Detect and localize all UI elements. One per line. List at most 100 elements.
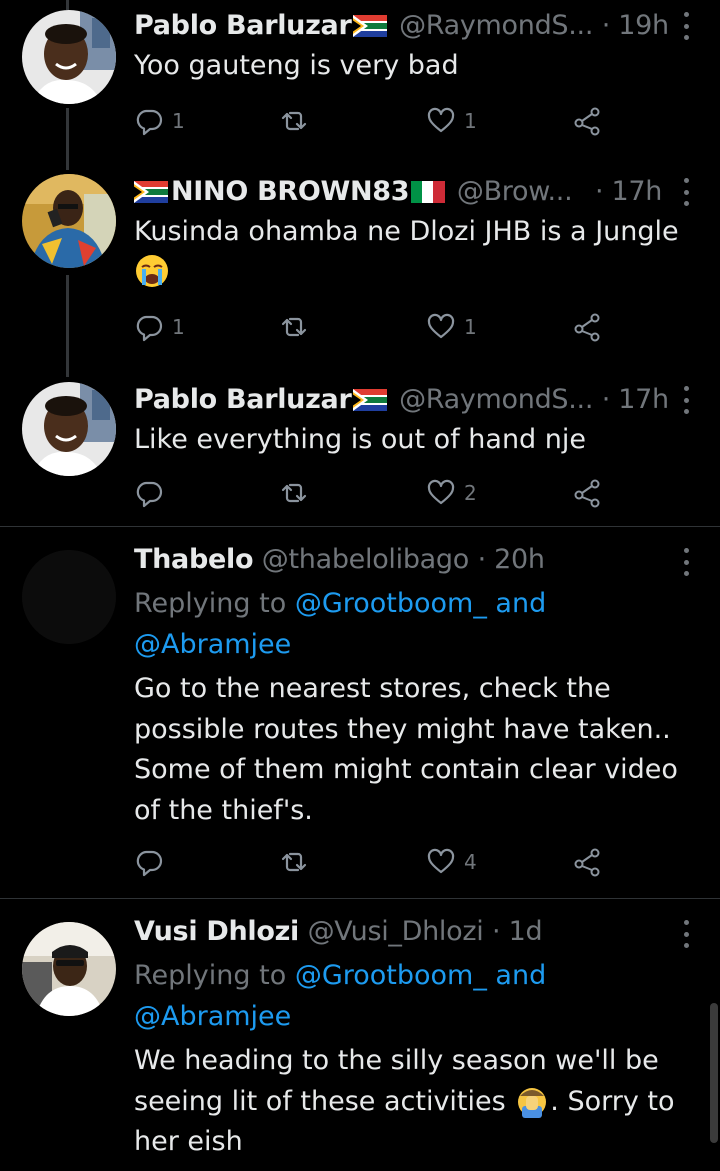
italy-flag-icon	[411, 181, 446, 203]
south-africa-flag-icon	[353, 15, 388, 37]
retweet-button[interactable]	[279, 312, 309, 342]
share-icon	[574, 313, 600, 342]
tweet-text: Like everything is out of hand nje	[134, 424, 586, 455]
tweet[interactable]: Pablo Barluzar @RaymondS... · 19h Yoo ga…	[0, 6, 720, 146]
replying-to-label: Replying to	[134, 960, 287, 991]
avatar[interactable]	[22, 10, 116, 104]
display-name[interactable]: Pablo Barluzar	[134, 384, 352, 415]
reply-count: 1	[172, 109, 185, 133]
replying-to-label: Replying to	[134, 588, 287, 619]
tweet-text: Kusinda ohamba ne Dlozi JHB is a Jungle	[134, 212, 694, 293]
reply-button[interactable]: 1	[134, 312, 185, 342]
facepalm-emoji	[514, 1082, 550, 1118]
south-africa-flag-icon	[353, 389, 388, 411]
tweet-header: Thabelo @thabelolibago · 20h	[134, 540, 545, 580]
avatar[interactable]	[22, 382, 116, 476]
share-button[interactable]	[572, 312, 602, 342]
like-icon	[427, 479, 455, 505]
tweet-header: Vusi Dhlozi @Vusi_Dhlozi · 1d	[134, 912, 543, 952]
display-name[interactable]: Pablo Barluzar	[134, 10, 352, 41]
crying-face-emoji	[134, 253, 170, 289]
more-icon[interactable]	[682, 548, 690, 576]
divider	[0, 898, 720, 899]
south-africa-flag-icon	[134, 181, 168, 203]
handle[interactable]: @Brow...	[457, 176, 573, 207]
timestamp[interactable]: · 17h	[595, 176, 662, 207]
tweet-actions: 1 1	[134, 106, 614, 136]
like-icon	[427, 848, 455, 874]
mention-link[interactable]: @Abramjee	[134, 629, 291, 660]
scrollbar[interactable]	[710, 1003, 718, 1143]
like-icon	[427, 107, 455, 133]
tweet[interactable]: NINO BROWN83 @Brow... · 17h Kusinda oham…	[0, 172, 720, 352]
tweet-text-line: . Sorry to	[550, 1085, 675, 1117]
more-icon[interactable]	[682, 178, 690, 206]
handle[interactable]: @RaymondS...	[399, 10, 593, 41]
handle[interactable]: @RaymondS...	[399, 384, 593, 415]
tweet[interactable]: Thabelo @thabelolibago · 20h Replying to…	[0, 540, 720, 890]
tweet-actions: 2	[134, 478, 614, 508]
retweet-button[interactable]	[279, 847, 309, 877]
replying-to: Replying to @Grootboom_ and @Abramjee	[134, 583, 694, 665]
mention-link[interactable]: @Grootboom_ and	[295, 960, 546, 991]
reply-icon	[136, 315, 163, 342]
like-count: 1	[464, 315, 477, 339]
mention-link[interactable]: @Abramjee	[134, 1001, 291, 1032]
share-button[interactable]	[572, 847, 602, 877]
avatar[interactable]	[22, 174, 116, 268]
tweet[interactable]: Pablo Barluzar @RaymondS... · 17h Like e…	[0, 380, 720, 520]
share-icon	[574, 479, 600, 508]
reply-button[interactable]	[134, 847, 164, 877]
tweet-actions: 4	[134, 847, 614, 877]
display-name[interactable]: Thabelo	[134, 544, 254, 575]
share-icon	[574, 107, 600, 136]
handle[interactable]: @thabelolibago	[262, 544, 469, 575]
timestamp[interactable]: · 1d	[492, 916, 543, 947]
like-count: 1	[464, 109, 477, 133]
share-button[interactable]	[572, 478, 602, 508]
retweet-icon	[281, 852, 307, 872]
like-count: 4	[464, 850, 477, 874]
replying-to: Replying to @Grootboom_ and @Abramjee	[134, 955, 694, 1037]
more-icon[interactable]	[682, 920, 690, 948]
retweet-button[interactable]	[279, 106, 309, 136]
reply-button[interactable]	[134, 478, 164, 508]
avatar[interactable]	[22, 922, 116, 1016]
more-icon[interactable]	[682, 386, 690, 414]
like-button[interactable]: 1	[426, 312, 477, 342]
like-count: 2	[464, 481, 477, 505]
share-icon	[574, 848, 600, 877]
reply-button[interactable]: 1	[134, 106, 185, 136]
tweet-text-line: seeing lit of these activities	[134, 1085, 506, 1117]
retweet-button[interactable]	[279, 478, 309, 508]
like-button[interactable]: 2	[426, 478, 477, 508]
tweet[interactable]: Vusi Dhlozi @Vusi_Dhlozi · 1d Replying t…	[0, 912, 720, 1171]
tweet-header: Pablo Barluzar @RaymondS... · 17h	[134, 380, 669, 420]
mention-link[interactable]: @Grootboom_ and	[295, 588, 546, 619]
timestamp[interactable]: · 17h	[602, 384, 669, 415]
tweet-header: NINO BROWN83 @Brow... · 17h	[134, 172, 662, 212]
display-name[interactable]: Vusi Dhlozi	[134, 916, 299, 947]
more-icon[interactable]	[682, 12, 690, 40]
reply-count: 1	[172, 315, 185, 339]
retweet-icon	[281, 111, 307, 131]
handle[interactable]: @Vusi_Dhlozi	[308, 916, 484, 947]
like-button[interactable]: 4	[426, 847, 477, 877]
share-button[interactable]	[572, 106, 602, 136]
reply-icon	[136, 481, 163, 508]
like-icon	[427, 313, 455, 339]
retweet-icon	[281, 483, 307, 503]
divider	[0, 526, 720, 527]
tweet-text: Yoo gauteng is very bad	[134, 50, 459, 81]
timestamp[interactable]: · 19h	[602, 10, 669, 41]
reply-icon	[136, 109, 163, 136]
timestamp[interactable]: · 20h	[478, 544, 545, 575]
like-button[interactable]: 1	[426, 106, 477, 136]
tweet-actions: 1 1	[134, 312, 614, 342]
avatar[interactable]	[22, 550, 116, 644]
tweet-text-line: We heading to the silly season we'll be	[134, 1045, 659, 1076]
display-name[interactable]: NINO BROWN83	[171, 176, 410, 207]
tweet-text: Go to the nearest stores, check the poss…	[134, 673, 678, 826]
tweet-text-line: her eish	[134, 1126, 243, 1157]
tweet-header: Pablo Barluzar @RaymondS... · 19h	[134, 6, 669, 46]
